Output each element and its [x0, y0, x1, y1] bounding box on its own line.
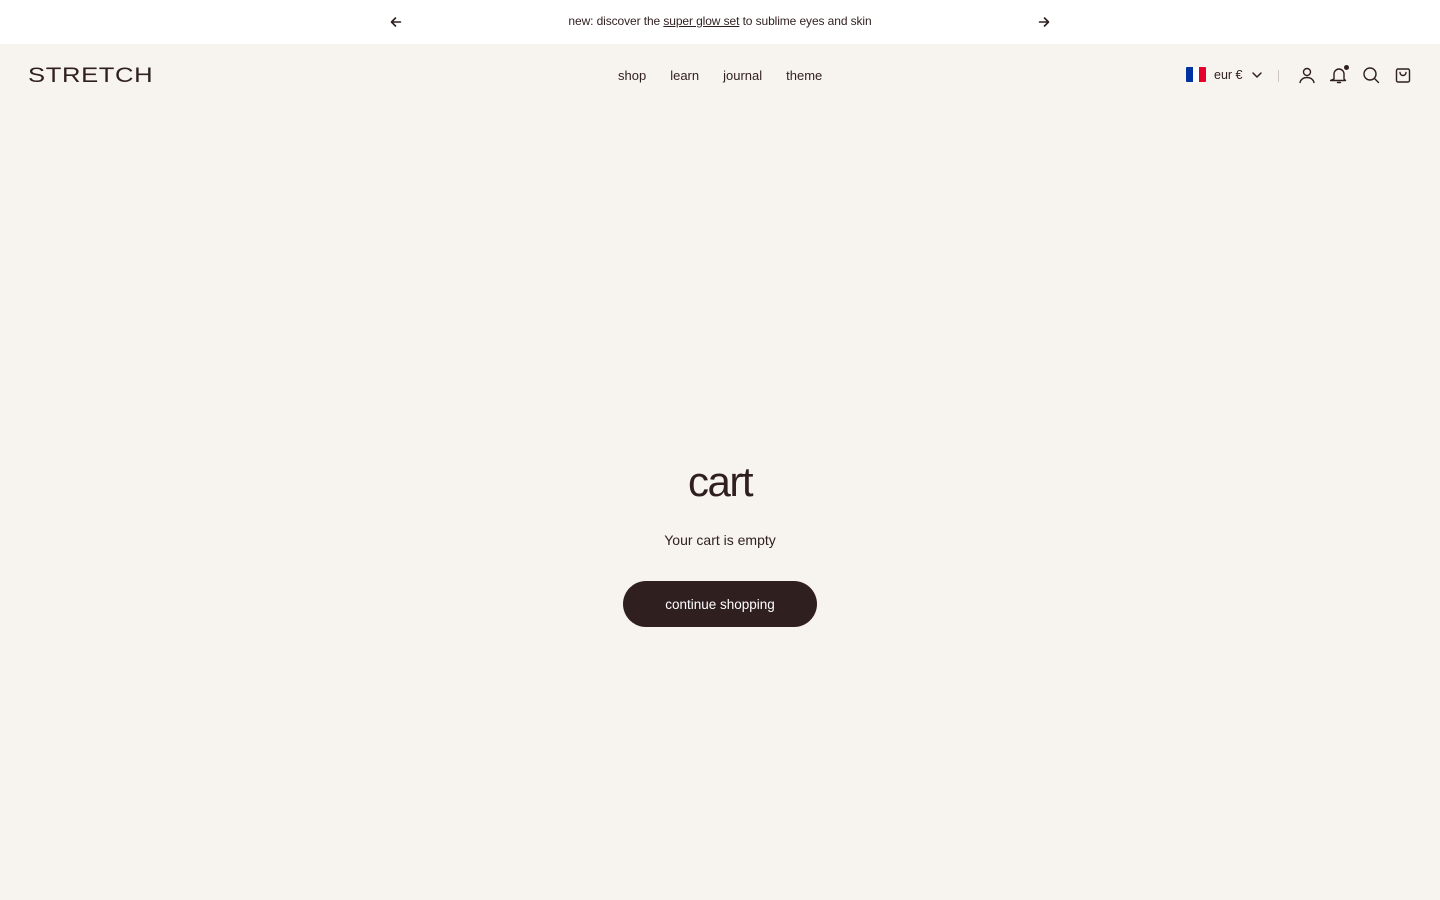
main-nav: shop learn journal theme — [618, 68, 822, 83]
chevron-down-icon — [1251, 71, 1262, 78]
shopping-bag-icon — [1395, 68, 1411, 83]
header-divider — [1278, 70, 1279, 82]
page-title: cart — [687, 458, 754, 505]
announcement-prefix: new: discover the — [568, 14, 661, 28]
header-icons — [1298, 65, 1412, 84]
notifications-button[interactable] — [1329, 65, 1349, 84]
arrow-right-icon — [1038, 17, 1050, 27]
announcement-suffix: to sublime eyes and skin — [742, 14, 872, 28]
logo[interactable]: STRETCH — [28, 64, 153, 88]
search-button[interactable] — [1362, 66, 1380, 84]
france-flag-icon — [1186, 67, 1206, 82]
notification-dot — [1344, 65, 1349, 70]
site-header: STRETCH shop learn journal theme eur € — [0, 44, 1440, 108]
nav-item-shop[interactable]: shop — [618, 68, 646, 83]
account-button[interactable] — [1298, 66, 1316, 84]
currency-label: eur € — [1214, 67, 1243, 82]
user-icon — [1299, 67, 1315, 84]
announcement-link[interactable]: super glow set — [663, 14, 739, 28]
currency-selector[interactable]: eur € — [1186, 67, 1263, 82]
empty-cart-message: Your cart is empty — [664, 532, 776, 548]
nav-item-learn[interactable]: learn — [670, 68, 699, 83]
announcement-text: new: discover the super glow set to subl… — [0, 14, 1440, 28]
search-icon — [1363, 67, 1380, 84]
continue-shopping-button[interactable]: continue shopping — [623, 581, 817, 627]
nav-item-journal[interactable]: journal — [723, 68, 762, 83]
announcement-bar: new: discover the super glow set to subl… — [0, 0, 1440, 44]
cart-button[interactable] — [1394, 66, 1412, 84]
next-announcement-button[interactable] — [1034, 12, 1054, 32]
nav-item-theme[interactable]: theme — [786, 68, 822, 83]
